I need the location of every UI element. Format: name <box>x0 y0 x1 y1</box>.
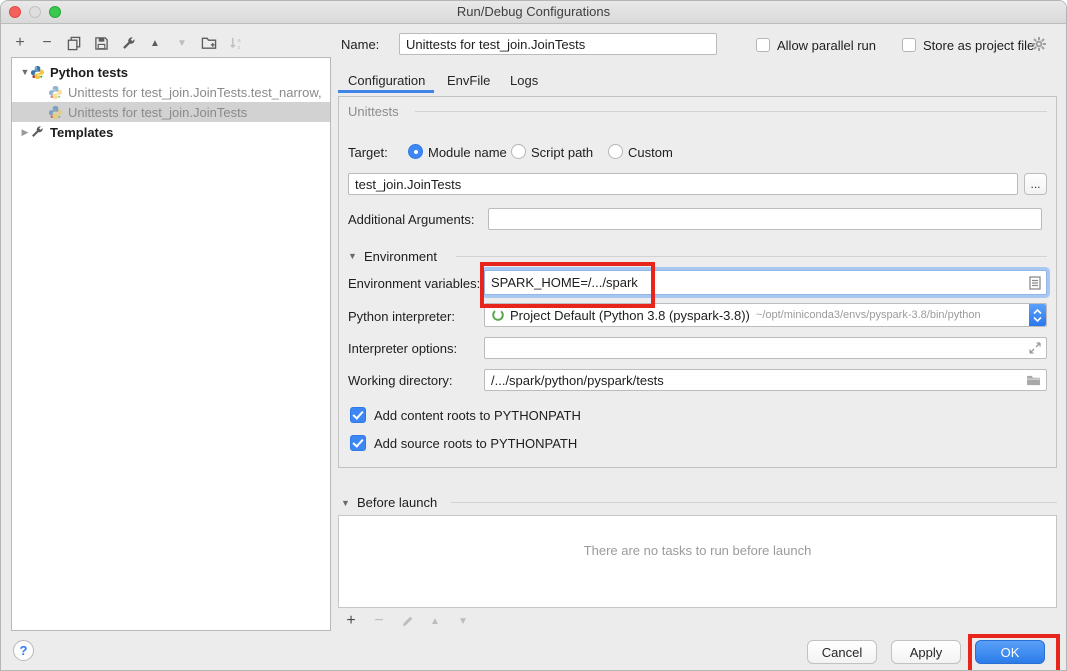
add-source-roots-label: Add source roots to PYTHONPATH <box>374 436 577 451</box>
interpreter-options-input[interactable] <box>491 341 1040 356</box>
sort-configurations-icon[interactable]: az <box>227 34 245 52</box>
python-interpreter-combobox[interactable]: Project Default (Python 3.8 (pyspark-3.8… <box>484 303 1047 327</box>
target-field[interactable] <box>348 173 1018 195</box>
svg-text:a: a <box>237 38 241 44</box>
tree-item-unittest-jointests-selected[interactable]: Unittests for test_join.JoinTests <box>12 102 330 122</box>
additional-arguments-field[interactable] <box>488 208 1042 230</box>
before-launch-toolbar: + − ▲ ▼ <box>342 612 472 630</box>
add-content-roots-checkbox[interactable] <box>350 407 366 423</box>
tree-item-templates[interactable]: ▶ Templates <box>12 122 330 142</box>
apply-button[interactable]: Apply <box>891 640 961 664</box>
environment-collapse-icon[interactable]: ▼ <box>348 251 357 261</box>
unittests-group-title: Unittests <box>348 104 399 119</box>
copy-configuration-icon[interactable] <box>65 34 83 52</box>
new-folder-icon[interactable] <box>200 34 218 52</box>
run-debug-configurations-dialog: Run/Debug Configurations + − ▲ ▼ az ▼ <box>0 0 1067 671</box>
store-as-project-file-checkbox[interactable] <box>902 38 916 52</box>
move-task-down-icon[interactable]: ▼ <box>454 612 472 630</box>
target-script-path-label: Script path <box>531 145 593 160</box>
additional-arguments-label: Additional Arguments: <box>348 212 474 227</box>
store-as-project-file-label: Store as project file <box>923 38 1034 53</box>
group-divider <box>456 256 1047 257</box>
target-input[interactable] <box>355 177 1011 192</box>
additional-arguments-input[interactable] <box>495 212 1035 227</box>
python-interpreter-label: Python interpreter: <box>348 309 455 324</box>
move-down-icon[interactable]: ▼ <box>173 34 191 52</box>
tree-item-label: Templates <box>50 125 113 140</box>
move-up-icon[interactable]: ▲ <box>146 34 164 52</box>
combobox-stepper-icon[interactable] <box>1029 304 1046 326</box>
edit-task-icon[interactable] <box>398 612 416 630</box>
edit-env-vars-icon[interactable] <box>1029 276 1041 290</box>
tree-item-label: Unittests for test_join.JoinTests <box>68 105 247 120</box>
configurations-toolbar: + − ▲ ▼ az <box>11 31 245 55</box>
add-task-icon[interactable]: + <box>342 612 360 630</box>
browse-target-button[interactable]: ... <box>1024 173 1047 195</box>
environment-variables-field[interactable] <box>484 270 1047 295</box>
expand-arrow-icon[interactable]: ▶ <box>20 127 30 138</box>
window-title: Run/Debug Configurations <box>1 4 1066 19</box>
tab-logs[interactable]: Logs <box>510 73 538 88</box>
name-input[interactable] <box>406 37 710 52</box>
before-launch-title: Before launch <box>357 495 437 510</box>
tab-envfile[interactable]: EnvFile <box>447 73 490 88</box>
save-configuration-icon[interactable] <box>92 34 110 52</box>
allow-parallel-run-label: Allow parallel run <box>777 38 876 53</box>
tree-item-label: Python tests <box>50 65 128 80</box>
add-content-roots-label: Add content roots to PYTHONPATH <box>374 408 581 423</box>
python-test-icon <box>48 85 63 100</box>
add-source-roots-checkbox[interactable] <box>350 435 366 451</box>
environment-variables-label: Environment variables: <box>348 276 480 291</box>
title-bar[interactable]: Run/Debug Configurations <box>1 1 1066 24</box>
help-button[interactable]: ? <box>13 640 34 661</box>
templates-wrench-icon <box>30 125 45 140</box>
move-task-up-icon[interactable]: ▲ <box>426 612 444 630</box>
working-directory-label: Working directory: <box>348 373 453 388</box>
interpreter-options-label: Interpreter options: <box>348 341 457 356</box>
python-test-icon <box>48 105 63 120</box>
tree-item-label: Unittests for test_join.JoinTests.test_n… <box>68 85 322 100</box>
browse-folder-icon[interactable] <box>1026 374 1041 386</box>
working-directory-input[interactable] <box>491 373 1040 388</box>
working-directory-field[interactable] <box>484 369 1047 391</box>
python-interpreter-value: Project Default (Python 3.8 (pyspark-3.8… <box>510 308 750 323</box>
python-interpreter-icon <box>491 308 505 322</box>
edit-templates-icon[interactable] <box>119 34 137 52</box>
add-configuration-icon[interactable]: + <box>11 34 29 52</box>
remove-configuration-icon[interactable]: − <box>38 34 56 52</box>
environment-section-title: Environment <box>364 249 437 264</box>
target-script-path-radio[interactable] <box>511 144 526 159</box>
expand-field-icon[interactable] <box>1029 342 1041 354</box>
collapse-arrow-icon[interactable]: ▼ <box>20 67 30 77</box>
tree-item-unittest-narrow[interactable]: Unittests for test_join.JoinTests.test_n… <box>12 82 330 102</box>
environment-variables-input[interactable] <box>491 275 1040 290</box>
tree-item-python-tests[interactable]: ▼ Python tests <box>12 62 330 82</box>
group-divider <box>415 111 1047 112</box>
name-label: Name: <box>341 37 379 52</box>
group-divider <box>451 502 1057 503</box>
active-tab-underline <box>338 90 434 93</box>
svg-text:z: z <box>237 45 240 51</box>
before-launch-empty-message: There are no tasks to run before launch <box>338 543 1057 558</box>
target-module-name-label: Module name <box>428 145 507 160</box>
before-launch-task-list[interactable] <box>338 515 1057 608</box>
target-label: Target: <box>348 145 388 160</box>
before-launch-collapse-icon[interactable]: ▼ <box>341 498 350 508</box>
python-interpreter-path: ~/opt/miniconda3/envs/pyspark-3.8/bin/py… <box>756 309 981 321</box>
target-module-name-radio[interactable] <box>408 144 423 159</box>
configurations-tree: ▼ Python tests Unittests for test_join.J… <box>11 57 331 631</box>
remove-task-icon[interactable]: − <box>370 612 388 630</box>
allow-parallel-run-checkbox[interactable] <box>756 38 770 52</box>
interpreter-options-field[interactable] <box>484 337 1047 359</box>
target-custom-radio[interactable] <box>608 144 623 159</box>
python-tests-icon <box>30 65 45 80</box>
gear-icon[interactable] <box>1031 36 1047 57</box>
name-field[interactable] <box>399 33 717 55</box>
tab-configuration[interactable]: Configuration <box>348 73 425 88</box>
ok-button[interactable]: OK <box>975 640 1045 664</box>
cancel-button[interactable]: Cancel <box>807 640 877 664</box>
target-custom-label: Custom <box>628 145 673 160</box>
